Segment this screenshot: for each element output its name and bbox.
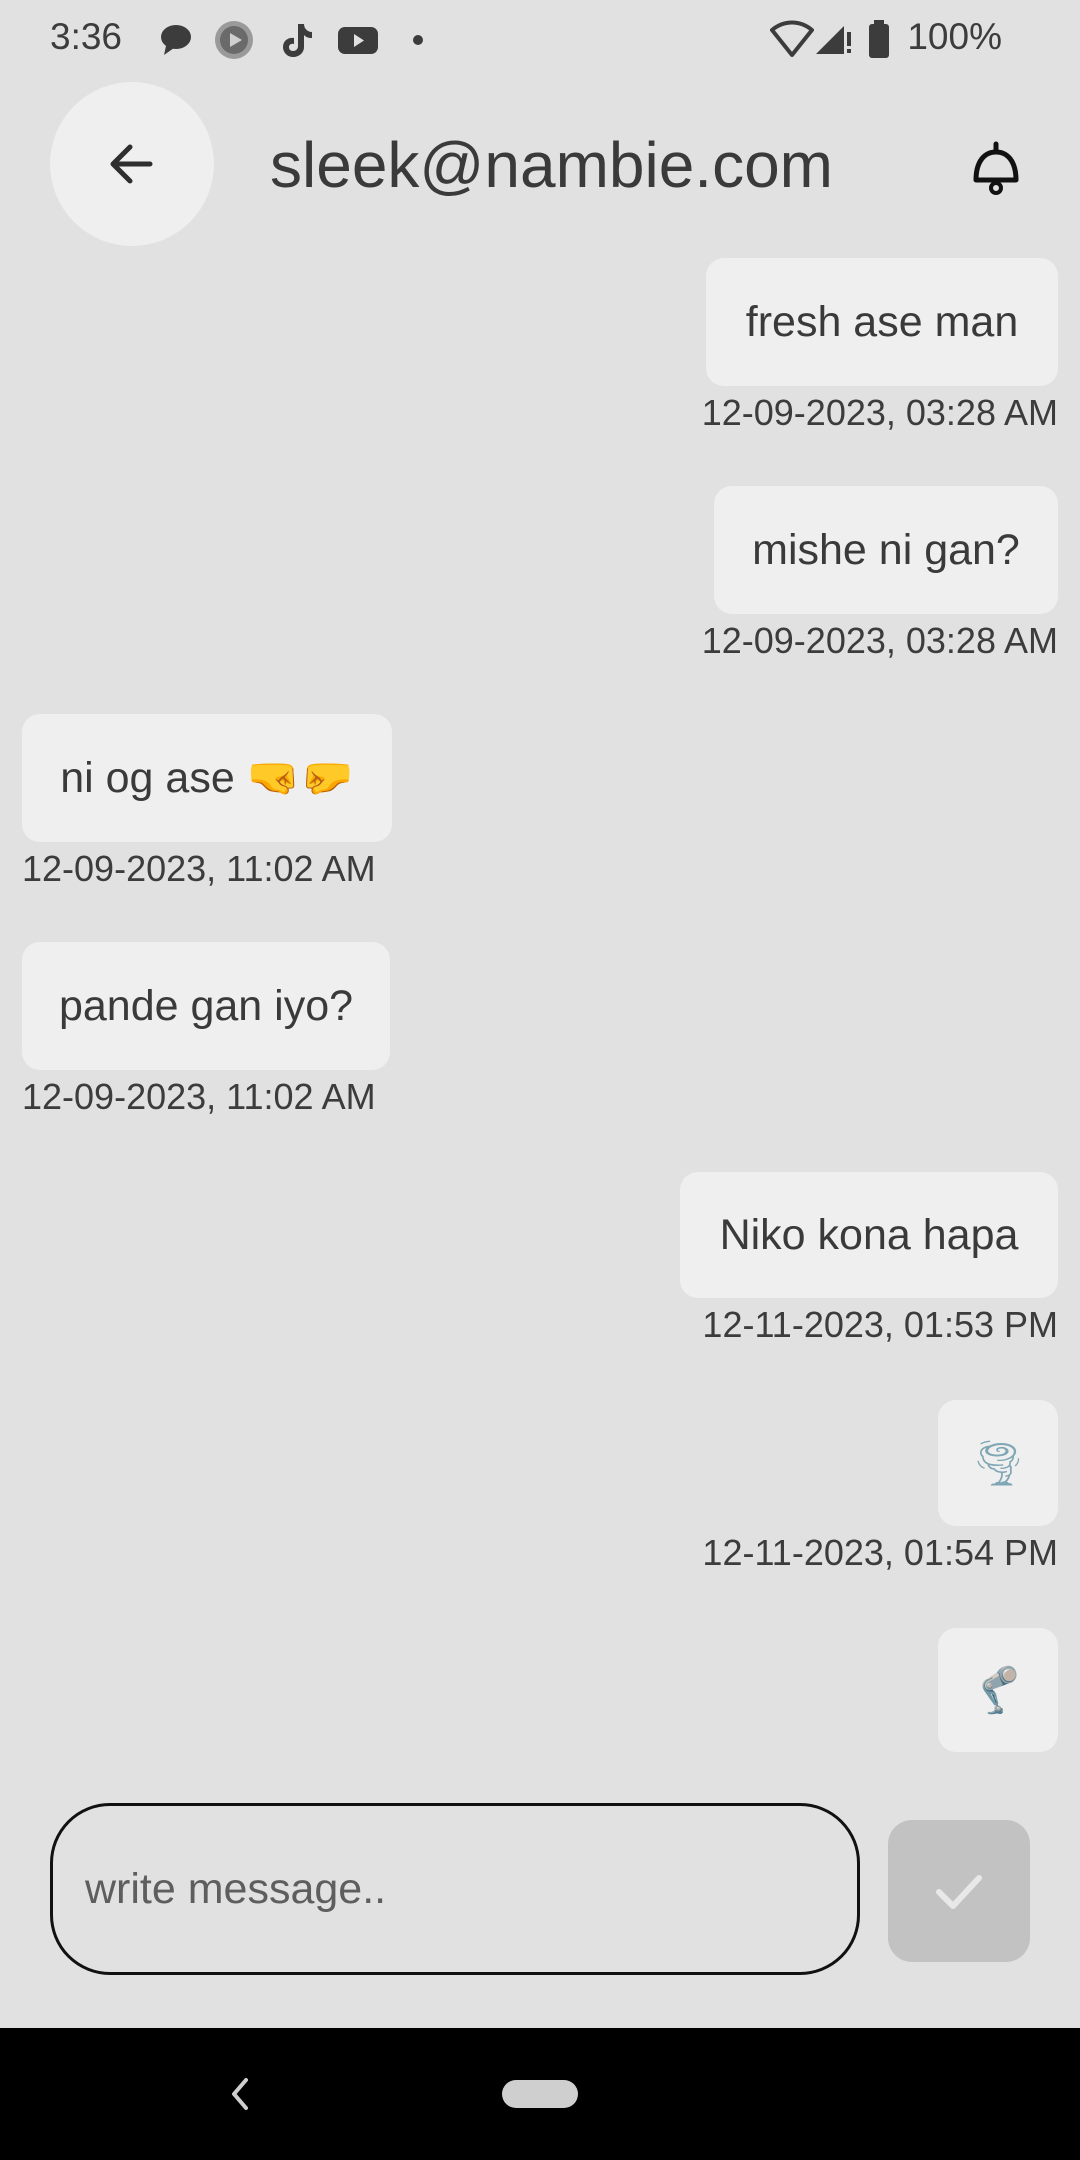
message-bubble[interactable]: 🌪 bbox=[938, 1400, 1058, 1526]
status-bar: 3:36 100% bbox=[0, 0, 1080, 80]
message-text: pande gan iyo? bbox=[58, 981, 354, 1030]
page-title: sleek@nambie.com bbox=[270, 129, 833, 201]
arrow-left-icon bbox=[110, 144, 153, 184]
signal-icon bbox=[814, 20, 854, 60]
play-icon bbox=[214, 20, 254, 60]
battery-icon bbox=[866, 20, 906, 60]
nav-home-pill[interactable] bbox=[502, 2080, 578, 2108]
chat-screen: 3:36 100% sleek@nambie.com fresh ase man… bbox=[0, 0, 1080, 2160]
message-text: ni og ase 🤜🤛 bbox=[60, 754, 354, 802]
chevron-left-icon bbox=[232, 2078, 248, 2110]
message-bubble[interactable]: Niko kona hapa bbox=[680, 1172, 1058, 1298]
tiktok-icon bbox=[276, 20, 316, 60]
message-text: fresh ase man bbox=[745, 297, 1019, 346]
message-list[interactable]: fresh ase man 12-09-2023, 03:28 AM mishe… bbox=[0, 250, 1080, 1760]
message-input[interactable] bbox=[50, 1803, 860, 1975]
message-bubble[interactable]: ni og ase 🤜🤛 bbox=[22, 714, 392, 842]
mechanical-leg-emoji: 🦿 bbox=[970, 1665, 1026, 1716]
check-icon bbox=[936, 1875, 982, 1909]
bell-icon bbox=[973, 141, 1019, 195]
message-bubble[interactable]: 🦿 bbox=[938, 1628, 1058, 1752]
notification-button[interactable] bbox=[960, 132, 1032, 204]
message-timestamp: 12-09-2023, 03:28 AM bbox=[701, 392, 1058, 433]
nav-back-button[interactable] bbox=[220, 2072, 260, 2116]
message-bubble[interactable]: fresh ase man bbox=[706, 258, 1058, 386]
messages-icon bbox=[156, 20, 196, 60]
message-bubble[interactable]: mishe ni gan? bbox=[714, 486, 1058, 614]
send-button[interactable] bbox=[888, 1820, 1030, 1962]
app-bar: sleek@nambie.com bbox=[0, 80, 1080, 250]
back-button[interactable] bbox=[50, 82, 214, 246]
youtube-icon bbox=[336, 20, 378, 60]
message-timestamp: 12-11-2023, 01:54 PM bbox=[702, 1532, 1058, 1573]
dot-icon bbox=[410, 20, 450, 60]
status-time: 3:36 bbox=[50, 16, 123, 57]
message-bubble[interactable]: pande gan iyo? bbox=[22, 942, 390, 1070]
system-nav-bar bbox=[0, 2028, 1080, 2160]
message-text: Niko kona hapa bbox=[719, 1210, 1019, 1259]
message-text: mishe ni gan? bbox=[752, 525, 1020, 574]
message-timestamp: 12-09-2023, 11:02 AM bbox=[22, 848, 376, 889]
message-timestamp: 12-09-2023, 11:02 AM bbox=[22, 1076, 376, 1117]
battery-percent: 100% bbox=[907, 16, 1002, 57]
tornado-emoji: 🌪 bbox=[970, 1438, 1026, 1489]
message-timestamp: 12-09-2023, 03:28 AM bbox=[701, 620, 1058, 661]
wifi-icon bbox=[770, 20, 814, 60]
message-timestamp: 12-11-2023, 01:53 PM bbox=[702, 1304, 1058, 1345]
